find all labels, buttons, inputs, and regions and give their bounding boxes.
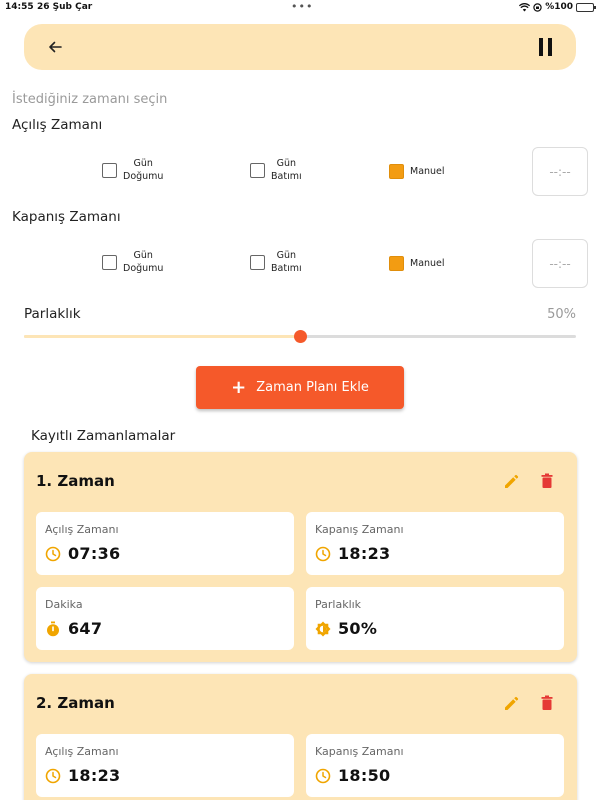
delete-icon[interactable] (538, 694, 556, 712)
closing-sunset-checkbox[interactable] (250, 254, 265, 270)
schedule-title: 2. Zaman (36, 694, 115, 712)
clock-icon (45, 768, 61, 783)
close-time-value: 18:50 (338, 766, 391, 785)
opening-sunset-option[interactable]: Gün Batımı (250, 157, 302, 183)
minutes-tile: Dakika 647 (36, 587, 294, 650)
tile-label: Kapanış Zamanı (315, 745, 404, 758)
closing-sunset-label: Gün Batımı (271, 250, 302, 274)
wifi-icon (519, 2, 531, 11)
saved-schedules-title: Kayıtlı Zamanlamalar (31, 428, 176, 444)
closing-manual-checkbox[interactable] (389, 256, 404, 271)
status-bar: 14:55 26 Şub Çar ••• %100 (0, 0, 600, 16)
closing-sunrise-option[interactable]: Gün Doğumu (102, 249, 163, 275)
pause-icon[interactable] (536, 35, 556, 59)
brightness-tile: Parlaklık 50% (306, 587, 564, 650)
edit-icon[interactable] (502, 695, 520, 713)
opening-sunrise-checkbox[interactable] (102, 162, 117, 178)
multitask-dots-icon[interactable]: ••• (291, 0, 313, 13)
brightness-tile-value: 50% (338, 619, 378, 638)
closing-manual-label: Manuel (410, 258, 445, 269)
brightness-slider-fill (24, 335, 300, 338)
tile-label: Açılış Zamanı (45, 523, 119, 536)
closing-manual-option[interactable]: Manuel (389, 256, 445, 271)
open-time-tile: Açılış Zamanı 07:36 (36, 512, 294, 575)
schedule-title: 1. Zaman (36, 472, 115, 490)
status-date: 26 Şub Çar (37, 2, 93, 12)
battery-icon (576, 2, 596, 12)
opening-options-row: Gün Doğumu Gün Batımı Manuel --:-- (0, 147, 600, 197)
tile-label: Açılış Zamanı (45, 745, 119, 758)
opening-manual-checkbox[interactable] (389, 164, 404, 179)
opening-sunrise-label: Gün Doğumu (123, 158, 164, 182)
closing-sunrise-checkbox[interactable] (102, 254, 117, 270)
timer-icon (47, 621, 59, 636)
clock-icon (315, 546, 331, 561)
opening-time-label: Açılış Zamanı (12, 117, 103, 133)
status-right: %100 (519, 2, 596, 12)
close-time-tile: Kapanış Zamanı 18:50 (306, 734, 564, 797)
battery-percent: %100 (545, 2, 573, 12)
delete-icon[interactable] (538, 472, 556, 490)
open-time-value: 07:36 (68, 544, 121, 563)
opening-sunset-label: Gün Batımı (271, 158, 302, 182)
tile-label: Dakika (45, 598, 83, 611)
minutes-value: 647 (68, 619, 103, 638)
close-time-tile: Kapanış Zamanı 18:23 (306, 512, 564, 575)
edit-icon[interactable] (502, 473, 520, 491)
tile-label: Kapanış Zamanı (315, 523, 404, 536)
back-arrow-icon[interactable] (44, 36, 66, 58)
opening-time-input[interactable]: --:-- (532, 147, 588, 196)
closing-time-input[interactable]: --:-- (532, 239, 588, 288)
open-time-value: 18:23 (68, 766, 121, 785)
clock-icon (45, 546, 61, 561)
opening-sunrise-option[interactable]: Gün Doğumu (102, 157, 163, 183)
brightness-slider[interactable] (24, 330, 576, 343)
orientation-lock-icon (533, 2, 542, 12)
status-time: 14:55 (5, 2, 34, 12)
brightness-slider-thumb[interactable] (294, 330, 307, 343)
add-schedule-button[interactable]: + Zaman Planı Ekle (196, 366, 404, 409)
brightness-icon (315, 621, 331, 636)
brightness-label: Parlaklık (24, 306, 81, 322)
schedule-card: 2. Zaman Açılış Zamanı 18:23 Kapanış Zam… (24, 674, 577, 800)
close-time-value: 18:23 (338, 544, 391, 563)
opening-sunset-checkbox[interactable] (250, 162, 265, 178)
app-bar (24, 24, 576, 70)
open-time-tile: Açılış Zamanı 18:23 (36, 734, 294, 797)
plus-icon: + (231, 376, 247, 398)
opening-manual-option[interactable]: Manuel (389, 164, 445, 179)
instruction-text: İstediğiniz zamanı seçin (12, 92, 168, 107)
closing-options-row: Gün Doğumu Gün Batımı Manuel --:-- (0, 239, 600, 289)
clock-icon (315, 768, 331, 783)
closing-sunset-option[interactable]: Gün Batımı (250, 249, 302, 275)
opening-manual-label: Manuel (410, 166, 445, 177)
schedule-card: 1. Zaman Açılış Zamanı 07:36 Kapanış Zam… (24, 452, 577, 662)
tile-label: Parlaklık (315, 598, 362, 611)
closing-sunrise-label: Gün Doğumu (123, 250, 164, 274)
add-schedule-label: Zaman Planı Ekle (256, 380, 369, 395)
brightness-value: 50% (547, 307, 576, 322)
closing-time-label: Kapanış Zamanı (12, 209, 121, 225)
